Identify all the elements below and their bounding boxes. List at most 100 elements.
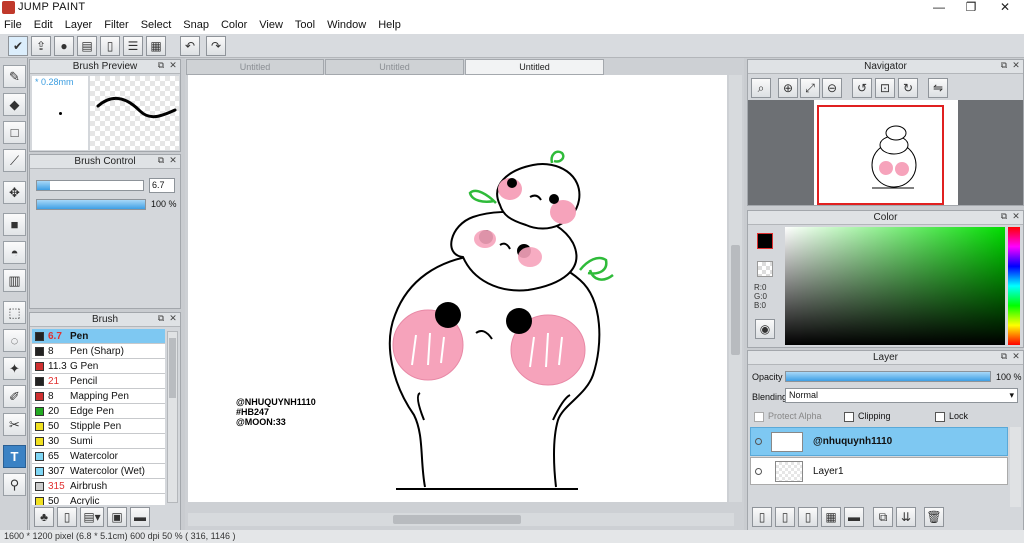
select-pen-tool-icon[interactable]: ✐ bbox=[3, 385, 26, 408]
message-icon[interactable]: ▤ bbox=[77, 36, 97, 56]
navigator-view[interactable] bbox=[748, 100, 1023, 205]
popout-icon[interactable]: ⧉ bbox=[999, 351, 1009, 363]
popout-icon[interactable]: ⧉ bbox=[156, 313, 166, 325]
rect-select-tool-icon[interactable]: ⬚ bbox=[3, 301, 26, 324]
brush-item[interactable]: 315 Airbrush bbox=[32, 479, 165, 494]
eraser-tool-icon[interactable]: ◆ bbox=[3, 93, 26, 116]
delete-layer-icon[interactable]: 🗑 bbox=[924, 507, 944, 527]
eye-icon[interactable] bbox=[755, 438, 762, 445]
brush-menu-icon[interactable]: ▤▾ bbox=[80, 507, 104, 527]
maximize-button[interactable]: ❐ bbox=[954, 0, 988, 16]
new-layer-alt-icon[interactable]: ▯ bbox=[775, 507, 795, 527]
magic-wand-tool-icon[interactable]: ✦ bbox=[3, 357, 26, 380]
brush-item[interactable]: 20 Edge Pen bbox=[32, 404, 165, 419]
line-tool-icon[interactable]: ⟋ bbox=[3, 149, 26, 172]
layer-folder-icon[interactable]: ▬ bbox=[844, 507, 864, 527]
list-icon[interactable]: ☰ bbox=[123, 36, 143, 56]
zoom-icon[interactable]: ⌕ bbox=[751, 78, 771, 98]
minimize-button[interactable]: — bbox=[922, 0, 956, 16]
brush-item[interactable]: 8 Mapping Pen bbox=[32, 389, 165, 404]
select-eraser-tool-icon[interactable]: ✂ bbox=[3, 413, 26, 436]
panel-close-icon[interactable]: ✕ bbox=[168, 155, 178, 167]
duplicate-layer-icon[interactable]: ⧉ bbox=[873, 507, 893, 527]
popout-icon[interactable]: ⧉ bbox=[999, 211, 1009, 223]
new-brush-icon[interactable]: ▯ bbox=[57, 507, 77, 527]
flip-icon[interactable]: ⇋ bbox=[928, 78, 948, 98]
rotate-right-icon[interactable]: ↻ bbox=[898, 78, 918, 98]
tab-untitled-3[interactable]: Untitled bbox=[465, 59, 604, 75]
brush-item[interactable]: 11.3 G Pen bbox=[32, 359, 165, 374]
navigator-viewport-frame[interactable] bbox=[817, 105, 944, 205]
scroll-thumb[interactable] bbox=[169, 338, 176, 398]
popout-icon[interactable]: ⧉ bbox=[999, 60, 1009, 72]
brush-opacity-slider[interactable] bbox=[36, 199, 146, 210]
gradient-tool-icon[interactable]: ▥ bbox=[3, 269, 26, 292]
menu-help[interactable]: Help bbox=[378, 19, 401, 31]
lock-checkbox[interactable]: Lock bbox=[935, 411, 968, 422]
brush-tool-icon[interactable]: ✎ bbox=[3, 65, 26, 88]
scroll-thumb[interactable] bbox=[731, 245, 740, 355]
brush-add-icon[interactable]: ♣ bbox=[34, 507, 54, 527]
menu-window[interactable]: Window bbox=[327, 19, 366, 31]
new-text-layer-icon[interactable]: ▯ bbox=[798, 507, 818, 527]
protect-alpha-checkbox[interactable]: Protect Alpha bbox=[754, 411, 822, 422]
brush-size-input[interactable]: 6.7 bbox=[149, 178, 175, 193]
popout-icon[interactable]: ⧉ bbox=[156, 60, 166, 72]
comment-icon[interactable]: ● bbox=[54, 36, 74, 56]
panel-close-icon[interactable]: ✕ bbox=[168, 313, 178, 325]
brush-item[interactable]: 8 Pen (Sharp) bbox=[32, 344, 165, 359]
popout-icon[interactable]: ⧉ bbox=[156, 155, 166, 167]
eyedropper-tool-icon[interactable]: ⚲ bbox=[3, 473, 26, 496]
new-layer-icon[interactable]: ▯ bbox=[752, 507, 772, 527]
fill-rect-tool-icon[interactable]: ■ bbox=[3, 213, 26, 236]
undo-icon[interactable]: ↶ bbox=[180, 36, 200, 56]
menu-view[interactable]: View bbox=[259, 19, 283, 31]
tab-untitled-1[interactable]: Untitled bbox=[186, 59, 324, 75]
menu-snap[interactable]: Snap bbox=[183, 19, 209, 31]
brush-item[interactable]: 21 Pencil bbox=[32, 374, 165, 389]
close-button[interactable]: ✕ bbox=[988, 0, 1022, 16]
panel-close-icon[interactable]: ✕ bbox=[1011, 351, 1021, 363]
tab-untitled-2[interactable]: Untitled bbox=[325, 59, 464, 75]
share-icon[interactable]: ⇪ bbox=[31, 36, 51, 56]
main-color-swatch[interactable] bbox=[757, 233, 773, 249]
brush-item[interactable]: 50 Acrylic bbox=[32, 494, 165, 505]
brush-item[interactable]: 6.7 Pen bbox=[32, 329, 165, 344]
menu-filter[interactable]: Filter bbox=[104, 19, 128, 31]
scroll-thumb[interactable] bbox=[393, 515, 521, 524]
bucket-tool-icon[interactable]: ◓ bbox=[3, 241, 26, 264]
menu-layer[interactable]: Layer bbox=[65, 19, 93, 31]
drawing-canvas[interactable]: @NHUQUYNH1110 #HB247 @MOON:33 bbox=[188, 75, 727, 502]
document-icon[interactable]: ▯ bbox=[100, 36, 120, 56]
layer-row[interactable]: Layer1 bbox=[750, 457, 1008, 485]
panel-close-icon[interactable]: ✕ bbox=[1011, 211, 1021, 223]
redo-icon[interactable]: ↷ bbox=[206, 36, 226, 56]
menu-select[interactable]: Select bbox=[141, 19, 172, 31]
blending-select[interactable]: Normal ▾ bbox=[785, 388, 1018, 403]
hue-slider[interactable] bbox=[1008, 227, 1020, 345]
folder-icon[interactable]: ▬ bbox=[130, 507, 150, 527]
eye-icon[interactable] bbox=[755, 468, 762, 475]
rectangle-tool-icon[interactable]: □ bbox=[3, 121, 26, 144]
menu-color[interactable]: Color bbox=[221, 19, 247, 31]
tone-layer-icon[interactable]: ▦ bbox=[821, 507, 841, 527]
brush-item[interactable]: 307 Watercolor (Wet) bbox=[32, 464, 165, 479]
menu-edit[interactable]: Edit bbox=[34, 19, 53, 31]
vertical-scrollbar[interactable] bbox=[729, 75, 742, 502]
lasso-tool-icon[interactable]: ◌ bbox=[3, 329, 26, 352]
saturation-value-picker[interactable] bbox=[785, 227, 1005, 345]
rotate-left-icon[interactable]: ↺ bbox=[852, 78, 872, 98]
clipping-checkbox[interactable]: Clipping bbox=[844, 411, 891, 422]
brush-list-scrollbar[interactable] bbox=[167, 331, 178, 503]
brush-item[interactable]: 50 Stipple Pen bbox=[32, 419, 165, 434]
panel-close-icon[interactable]: ✕ bbox=[168, 60, 178, 72]
zoom-out-icon[interactable]: ⊖ bbox=[822, 78, 842, 98]
brush-item[interactable]: 30 Sumi bbox=[32, 434, 165, 449]
zoom-in-icon[interactable]: ⊕ bbox=[778, 78, 798, 98]
menu-tool[interactable]: Tool bbox=[295, 19, 315, 31]
panel-close-icon[interactable]: ✕ bbox=[1011, 60, 1021, 72]
transparent-swatch[interactable] bbox=[757, 261, 773, 277]
brush-size-slider[interactable] bbox=[36, 180, 144, 191]
layer-scrollbar[interactable] bbox=[1010, 427, 1021, 507]
menu-file[interactable]: File bbox=[4, 19, 22, 31]
